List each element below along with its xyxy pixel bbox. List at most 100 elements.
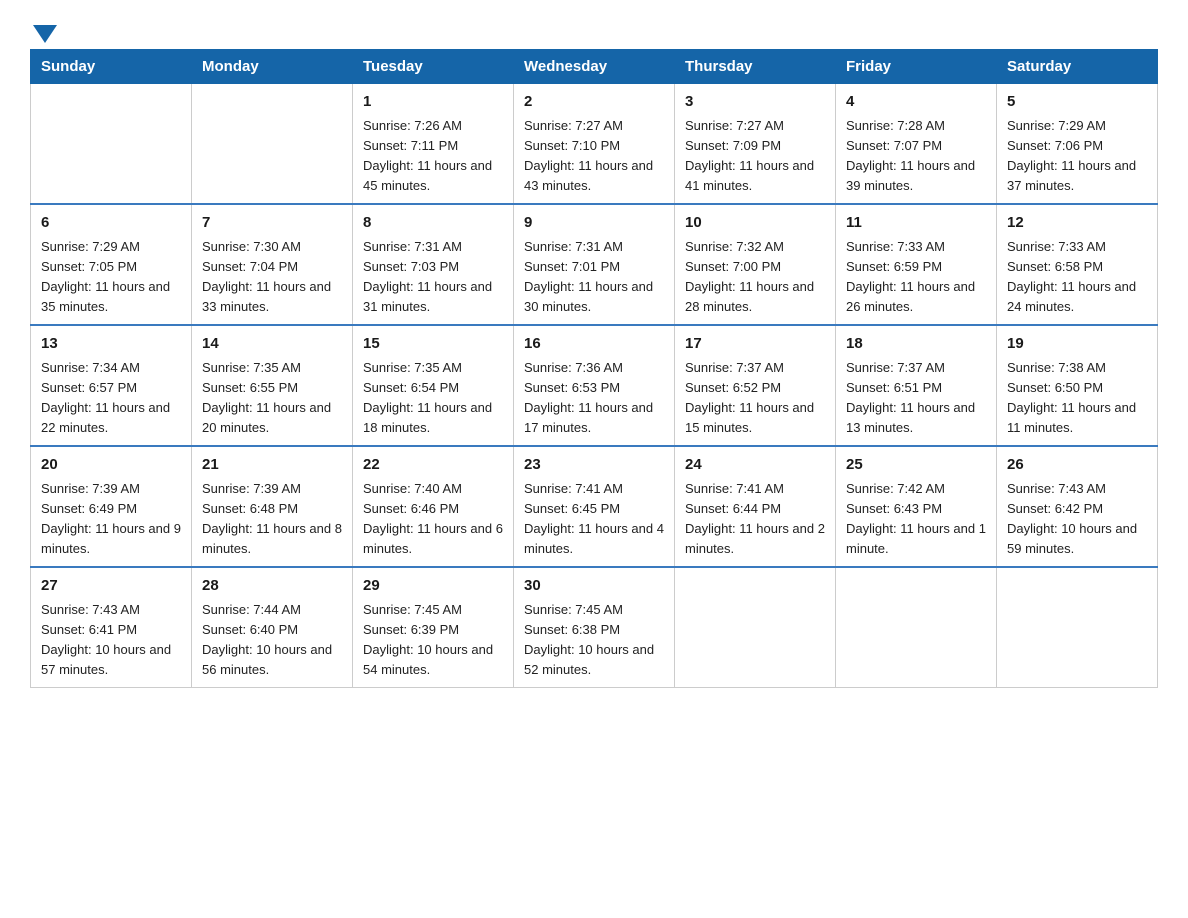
day-number: 23: [524, 454, 664, 477]
calendar-cell: [997, 567, 1158, 688]
weekday-header-wednesday: Wednesday: [514, 50, 675, 84]
calendar-table: SundayMondayTuesdayWednesdayThursdayFrid…: [30, 49, 1158, 688]
day-info: Sunrise: 7:35 AMSunset: 6:55 PMDaylight:…: [202, 358, 342, 439]
day-info: Sunrise: 7:31 AMSunset: 7:03 PMDaylight:…: [363, 237, 503, 318]
weekday-header-friday: Friday: [836, 50, 997, 84]
logo-arrow-icon: [33, 25, 57, 43]
day-number: 8: [363, 212, 503, 235]
calendar-cell: 13Sunrise: 7:34 AMSunset: 6:57 PMDayligh…: [31, 325, 192, 446]
day-info: Sunrise: 7:45 AMSunset: 6:38 PMDaylight:…: [524, 600, 664, 681]
calendar-cell: 1Sunrise: 7:26 AMSunset: 7:11 PMDaylight…: [353, 84, 514, 205]
day-number: 28: [202, 575, 342, 598]
calendar-cell: 30Sunrise: 7:45 AMSunset: 6:38 PMDayligh…: [514, 567, 675, 688]
calendar-cell: 6Sunrise: 7:29 AMSunset: 7:05 PMDaylight…: [31, 204, 192, 325]
day-info: Sunrise: 7:33 AMSunset: 6:59 PMDaylight:…: [846, 237, 986, 318]
day-number: 2: [524, 91, 664, 114]
day-info: Sunrise: 7:39 AMSunset: 6:48 PMDaylight:…: [202, 479, 342, 560]
calendar-week-5: 27Sunrise: 7:43 AMSunset: 6:41 PMDayligh…: [31, 567, 1158, 688]
calendar-cell: 7Sunrise: 7:30 AMSunset: 7:04 PMDaylight…: [192, 204, 353, 325]
day-number: 21: [202, 454, 342, 477]
day-info: Sunrise: 7:33 AMSunset: 6:58 PMDaylight:…: [1007, 237, 1147, 318]
calendar-cell: 4Sunrise: 7:28 AMSunset: 7:07 PMDaylight…: [836, 84, 997, 205]
day-info: Sunrise: 7:43 AMSunset: 6:41 PMDaylight:…: [41, 600, 181, 681]
day-info: Sunrise: 7:26 AMSunset: 7:11 PMDaylight:…: [363, 116, 503, 197]
calendar-cell: 25Sunrise: 7:42 AMSunset: 6:43 PMDayligh…: [836, 446, 997, 567]
calendar-week-4: 20Sunrise: 7:39 AMSunset: 6:49 PMDayligh…: [31, 446, 1158, 567]
day-number: 16: [524, 333, 664, 356]
day-info: Sunrise: 7:30 AMSunset: 7:04 PMDaylight:…: [202, 237, 342, 318]
calendar-cell: 5Sunrise: 7:29 AMSunset: 7:06 PMDaylight…: [997, 84, 1158, 205]
calendar-cell: 12Sunrise: 7:33 AMSunset: 6:58 PMDayligh…: [997, 204, 1158, 325]
day-info: Sunrise: 7:34 AMSunset: 6:57 PMDaylight:…: [41, 358, 181, 439]
day-number: 3: [685, 91, 825, 114]
day-number: 13: [41, 333, 181, 356]
day-number: 15: [363, 333, 503, 356]
calendar-cell: 18Sunrise: 7:37 AMSunset: 6:51 PMDayligh…: [836, 325, 997, 446]
day-number: 20: [41, 454, 181, 477]
day-number: 17: [685, 333, 825, 356]
day-number: 24: [685, 454, 825, 477]
calendar-cell: 21Sunrise: 7:39 AMSunset: 6:48 PMDayligh…: [192, 446, 353, 567]
calendar-cell: 24Sunrise: 7:41 AMSunset: 6:44 PMDayligh…: [675, 446, 836, 567]
day-number: 7: [202, 212, 342, 235]
day-number: 1: [363, 91, 503, 114]
weekday-header-saturday: Saturday: [997, 50, 1158, 84]
day-info: Sunrise: 7:29 AMSunset: 7:05 PMDaylight:…: [41, 237, 181, 318]
day-info: Sunrise: 7:36 AMSunset: 6:53 PMDaylight:…: [524, 358, 664, 439]
day-number: 5: [1007, 91, 1147, 114]
day-info: Sunrise: 7:44 AMSunset: 6:40 PMDaylight:…: [202, 600, 342, 681]
day-number: 9: [524, 212, 664, 235]
calendar-cell: 29Sunrise: 7:45 AMSunset: 6:39 PMDayligh…: [353, 567, 514, 688]
calendar-cell: 10Sunrise: 7:32 AMSunset: 7:00 PMDayligh…: [675, 204, 836, 325]
calendar-cell: 17Sunrise: 7:37 AMSunset: 6:52 PMDayligh…: [675, 325, 836, 446]
weekday-header-thursday: Thursday: [675, 50, 836, 84]
calendar-cell: 22Sunrise: 7:40 AMSunset: 6:46 PMDayligh…: [353, 446, 514, 567]
calendar-cell: [836, 567, 997, 688]
day-info: Sunrise: 7:42 AMSunset: 6:43 PMDaylight:…: [846, 479, 986, 560]
day-number: 22: [363, 454, 503, 477]
day-number: 12: [1007, 212, 1147, 235]
day-number: 4: [846, 91, 986, 114]
calendar-header-row: SundayMondayTuesdayWednesdayThursdayFrid…: [31, 50, 1158, 84]
day-info: Sunrise: 7:41 AMSunset: 6:45 PMDaylight:…: [524, 479, 664, 560]
calendar-cell: 28Sunrise: 7:44 AMSunset: 6:40 PMDayligh…: [192, 567, 353, 688]
calendar-cell: 14Sunrise: 7:35 AMSunset: 6:55 PMDayligh…: [192, 325, 353, 446]
day-info: Sunrise: 7:27 AMSunset: 7:09 PMDaylight:…: [685, 116, 825, 197]
weekday-header-sunday: Sunday: [31, 50, 192, 84]
day-info: Sunrise: 7:41 AMSunset: 6:44 PMDaylight:…: [685, 479, 825, 560]
calendar-cell: 19Sunrise: 7:38 AMSunset: 6:50 PMDayligh…: [997, 325, 1158, 446]
day-info: Sunrise: 7:39 AMSunset: 6:49 PMDaylight:…: [41, 479, 181, 560]
day-number: 18: [846, 333, 986, 356]
calendar-cell: 3Sunrise: 7:27 AMSunset: 7:09 PMDaylight…: [675, 84, 836, 205]
page-header: [30, 20, 1158, 39]
day-number: 26: [1007, 454, 1147, 477]
calendar-cell: 26Sunrise: 7:43 AMSunset: 6:42 PMDayligh…: [997, 446, 1158, 567]
day-info: Sunrise: 7:32 AMSunset: 7:00 PMDaylight:…: [685, 237, 825, 318]
day-info: Sunrise: 7:35 AMSunset: 6:54 PMDaylight:…: [363, 358, 503, 439]
calendar-cell: 15Sunrise: 7:35 AMSunset: 6:54 PMDayligh…: [353, 325, 514, 446]
calendar-cell: [192, 84, 353, 205]
day-info: Sunrise: 7:45 AMSunset: 6:39 PMDaylight:…: [363, 600, 503, 681]
weekday-header-tuesday: Tuesday: [353, 50, 514, 84]
calendar-week-1: 1Sunrise: 7:26 AMSunset: 7:11 PMDaylight…: [31, 84, 1158, 205]
calendar-cell: 20Sunrise: 7:39 AMSunset: 6:49 PMDayligh…: [31, 446, 192, 567]
day-info: Sunrise: 7:40 AMSunset: 6:46 PMDaylight:…: [363, 479, 503, 560]
calendar-cell: 2Sunrise: 7:27 AMSunset: 7:10 PMDaylight…: [514, 84, 675, 205]
day-number: 27: [41, 575, 181, 598]
day-number: 25: [846, 454, 986, 477]
day-info: Sunrise: 7:37 AMSunset: 6:52 PMDaylight:…: [685, 358, 825, 439]
calendar-cell: 16Sunrise: 7:36 AMSunset: 6:53 PMDayligh…: [514, 325, 675, 446]
day-number: 14: [202, 333, 342, 356]
day-number: 6: [41, 212, 181, 235]
calendar-cell: 11Sunrise: 7:33 AMSunset: 6:59 PMDayligh…: [836, 204, 997, 325]
day-info: Sunrise: 7:38 AMSunset: 6:50 PMDaylight:…: [1007, 358, 1147, 439]
calendar-cell: [675, 567, 836, 688]
day-number: 29: [363, 575, 503, 598]
calendar-cell: 23Sunrise: 7:41 AMSunset: 6:45 PMDayligh…: [514, 446, 675, 567]
calendar-cell: [31, 84, 192, 205]
calendar-cell: 9Sunrise: 7:31 AMSunset: 7:01 PMDaylight…: [514, 204, 675, 325]
day-info: Sunrise: 7:37 AMSunset: 6:51 PMDaylight:…: [846, 358, 986, 439]
day-number: 10: [685, 212, 825, 235]
day-info: Sunrise: 7:31 AMSunset: 7:01 PMDaylight:…: [524, 237, 664, 318]
day-number: 19: [1007, 333, 1147, 356]
